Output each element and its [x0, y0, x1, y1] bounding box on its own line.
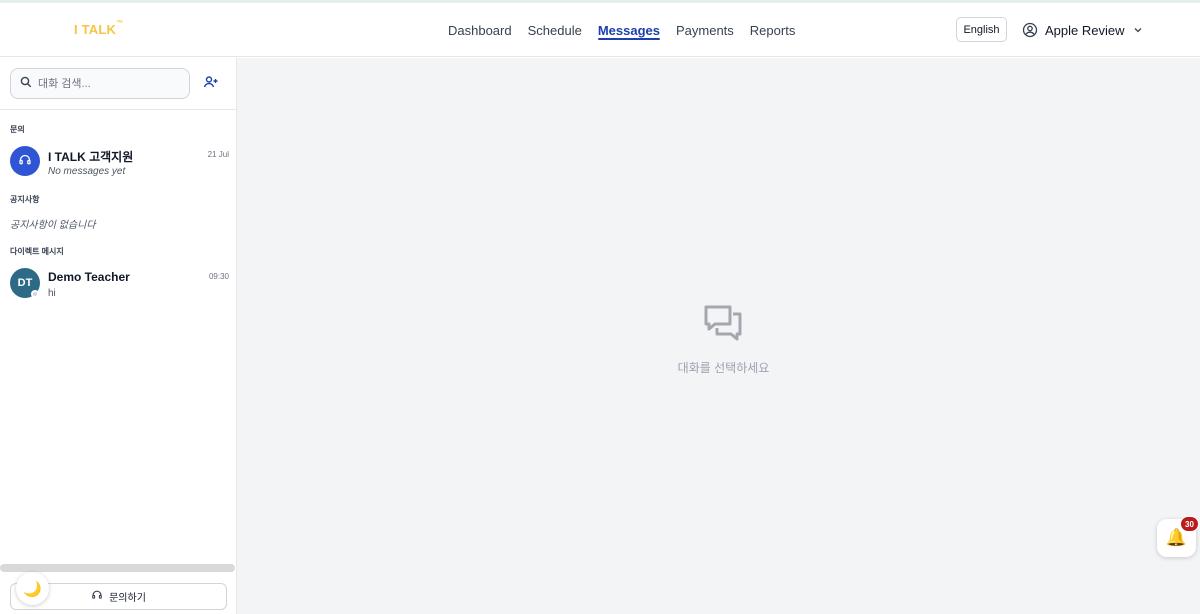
nav-schedule[interactable]: Schedule — [520, 3, 590, 57]
theme-toggle-button[interactable]: 🌙 — [16, 572, 49, 605]
search-icon — [20, 75, 32, 93]
status-dot — [31, 290, 39, 298]
horizontal-scrollbar[interactable] — [0, 564, 235, 572]
search-box[interactable] — [10, 68, 190, 99]
chat-bubbles-icon — [702, 303, 744, 350]
avatar — [10, 146, 40, 176]
user-menu[interactable]: Apple Review — [1022, 17, 1144, 43]
conversation-demo-teacher[interactable]: DT Demo Teacher 09:30 hi — [0, 264, 236, 304]
section-title-direct: 다이렉트 메시지 — [10, 247, 64, 256]
section-title-notices: 공지사항 — [10, 195, 40, 204]
conversation-name: Demo Teacher — [48, 270, 130, 284]
no-notices-text: 공지사항이 없습니다 — [10, 220, 96, 231]
logo-text: I TALK — [74, 22, 117, 37]
conversation-time: 09:30 — [208, 272, 229, 281]
conversation-preview: hi — [48, 288, 56, 299]
message-pane: 대화를 선택하세요 — [237, 58, 1200, 614]
search-input[interactable] — [38, 77, 178, 90]
language-button[interactable]: English — [956, 17, 1007, 42]
headset-icon — [91, 589, 103, 604]
conversation-support[interactable]: I TALK 고객지원 21 Jul No messages yet — [0, 142, 236, 182]
nav-dashboard[interactable]: Dashboard — [440, 3, 520, 57]
logo-trademark: ™ — [116, 20, 124, 27]
conversation-sidebar: 문의 I TALK 고객지원 21 Jul No messages yet 공지… — [0, 58, 237, 614]
chevron-down-icon — [1132, 24, 1144, 36]
divider — [0, 109, 236, 110]
nav-messages[interactable]: Messages — [590, 3, 668, 57]
empty-state-text: 대화를 선택하세요 — [677, 361, 770, 375]
headset-icon — [18, 153, 32, 170]
user-name: Apple Review — [1045, 22, 1125, 38]
conversation-time: 21 Jul — [207, 150, 229, 159]
moon-icon: 🌙 — [23, 580, 42, 598]
conversation-name: I TALK 고객지원 — [48, 150, 134, 164]
app-logo[interactable]: I TALK™ — [74, 20, 124, 37]
nav-payments[interactable]: Payments — [668, 3, 742, 57]
conversation-preview: No messages yet — [48, 166, 126, 177]
main-nav: Dashboard Schedule Messages Payments Rep… — [440, 3, 803, 57]
section-title-inquiry: 문의 — [10, 125, 25, 134]
user-circle-icon — [1022, 22, 1038, 38]
top-header: I TALK™ Dashboard Schedule Messages Paym… — [0, 3, 1200, 57]
inquiry-button-label: 문의하기 — [109, 593, 146, 604]
user-plus-icon — [203, 74, 219, 95]
nav-reports[interactable]: Reports — [742, 3, 804, 57]
add-user-button[interactable] — [201, 74, 221, 94]
notification-count-badge: 30 — [1180, 516, 1199, 532]
